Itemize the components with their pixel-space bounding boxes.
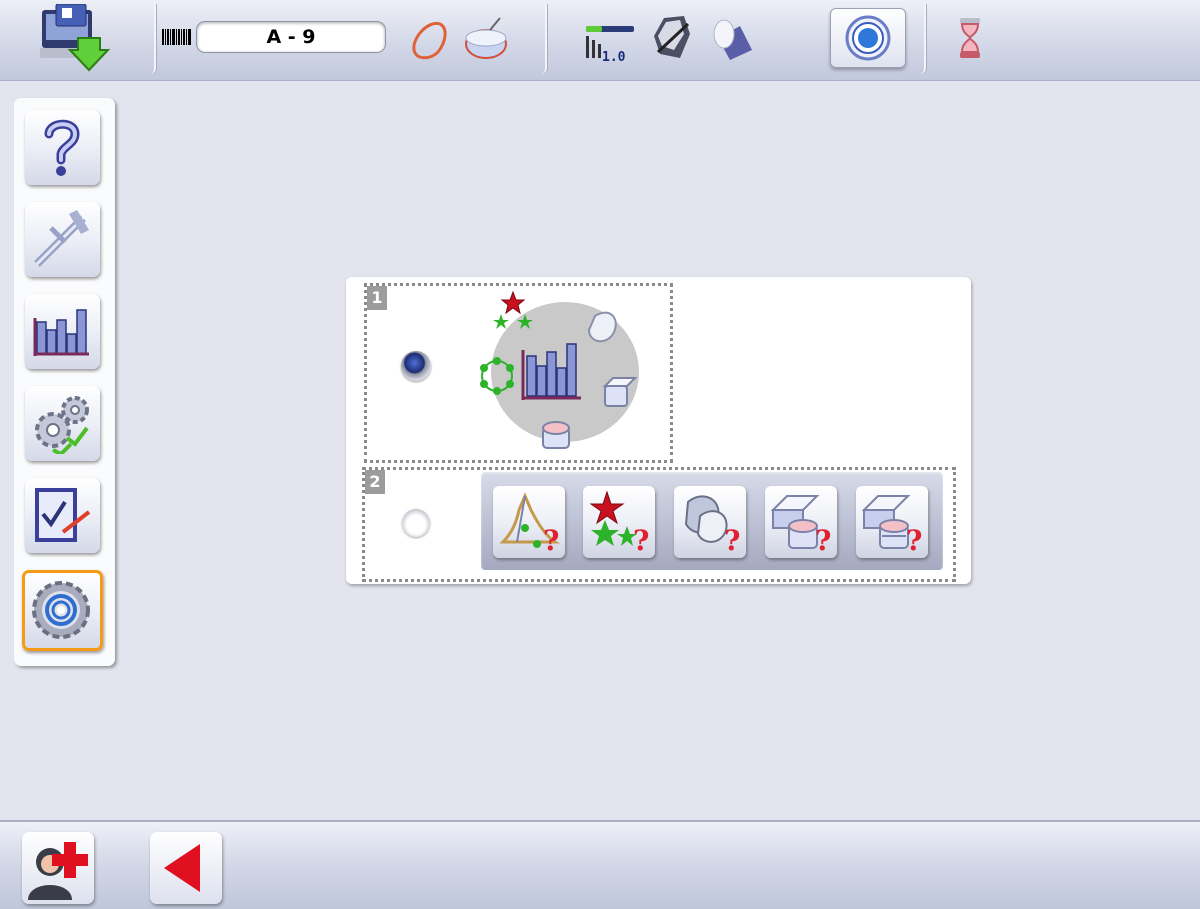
lens-shape-icon[interactable] — [408, 20, 452, 62]
bottom-toolbar — [0, 820, 1200, 909]
user-add-icon — [28, 842, 88, 900]
svg-text:?: ? — [724, 524, 740, 554]
triangle-help-button[interactable]: ? — [493, 486, 565, 558]
progress-label: 1.0 — [602, 50, 626, 65]
user-add-button[interactable] — [22, 832, 94, 904]
drilling-tool-icon[interactable] — [650, 14, 698, 64]
option-1-radio[interactable] — [401, 351, 431, 381]
download-data-icon[interactable] — [38, 4, 112, 74]
option-1-box[interactable]: 1 — [364, 283, 673, 463]
statistics-button[interactable] — [25, 294, 100, 369]
selection-panel: 1 2 ? ? ? ? ? — [346, 277, 971, 584]
back-arrow-icon — [164, 844, 200, 892]
groove-help-icon: ? — [861, 495, 922, 554]
back-button[interactable] — [150, 832, 222, 904]
checklist-icon — [35, 488, 91, 542]
gear-target-button[interactable] — [22, 570, 103, 651]
svg-text:?: ? — [543, 524, 559, 554]
settings-gears-button[interactable] — [25, 386, 100, 461]
lens-edge-icon[interactable] — [708, 16, 756, 64]
lens-3d-icon[interactable] — [460, 14, 512, 62]
svg-text:?: ? — [633, 524, 649, 554]
settings-gears-icon — [35, 396, 89, 454]
left-toolbar — [14, 98, 115, 666]
timer-icon — [960, 18, 980, 58]
checklist-button[interactable] — [25, 478, 100, 553]
barcode-icon — [162, 29, 191, 45]
stars-help-icon: ? — [589, 490, 649, 554]
top-toolbar: 1.0 — [0, 0, 1200, 81]
stars-help-button[interactable]: ? — [583, 486, 655, 558]
bevel-help-button[interactable]: ? — [765, 486, 837, 558]
help-button[interactable] — [25, 110, 100, 185]
option-2-number: 2 — [365, 470, 385, 494]
svg-text:?: ? — [906, 524, 922, 554]
groove-help-button[interactable]: ? — [856, 486, 928, 558]
triangle-help-icon: ? — [499, 492, 560, 554]
statistics-overview-illustration — [480, 290, 639, 449]
bevel-help-icon: ? — [770, 495, 831, 554]
svg-text:?: ? — [815, 524, 831, 554]
job-number-field[interactable] — [196, 21, 386, 53]
mode-button-icon — [845, 15, 891, 61]
option-2-button-strip: ? ? ? ? ? — [481, 472, 943, 570]
help-icon — [44, 119, 80, 176]
caliper-icon — [34, 210, 89, 267]
lens-help-icon: ? — [684, 495, 740, 554]
lens-help-button[interactable]: ? — [674, 486, 746, 558]
option-2-box[interactable]: 2 ? ? ? ? ? — [362, 467, 956, 582]
gear-target-icon — [32, 581, 90, 639]
option-2-radio[interactable] — [402, 509, 430, 537]
caliper-button[interactable] — [25, 202, 100, 277]
statistics-icon — [33, 309, 89, 356]
mode-button[interactable] — [830, 8, 906, 68]
option-1-number: 1 — [367, 286, 387, 310]
